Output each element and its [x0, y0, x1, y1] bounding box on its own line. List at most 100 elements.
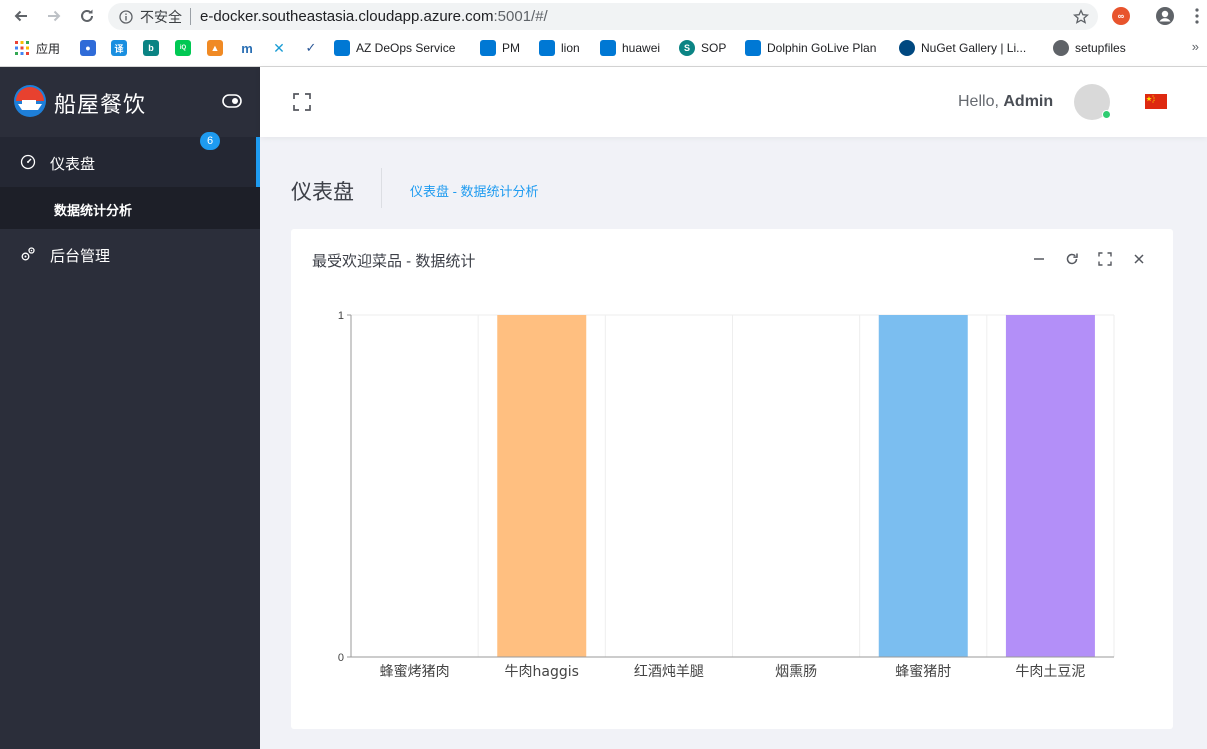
- bar-chart: 0 1 蜂蜜烤猪肉 牛肉haggis 红酒炖羊腿 烟熏肠 蜂蜜猪肘 牛肉土豆泥: [338, 310, 1115, 680]
- user-greeting: Hello, Admin: [958, 93, 1053, 111]
- reload-icon[interactable]: [75, 4, 99, 28]
- bookmark-apps[interactable]: 应用: [14, 38, 60, 58]
- maven-icon: m: [241, 40, 253, 56]
- address-bar[interactable]: 不安全 e-docker.southeastasia.cloudapp.azur…: [108, 3, 1098, 30]
- bookmark-sop[interactable]: S SOP: [679, 38, 726, 58]
- bookmark-x-app[interactable]: ✕: [271, 38, 293, 58]
- sidebar-subitem-statistics[interactable]: 数据统计分析: [0, 187, 260, 229]
- sidebar: 船屋餐饮 仪表盘 数据统计分析 后台管理: [0, 67, 260, 749]
- dashboard-gauge-icon: [20, 154, 36, 170]
- x-tick-label: 牛肉haggis: [505, 664, 579, 680]
- azure-devops-icon: [745, 40, 761, 56]
- chart-bar[interactable]: [878, 315, 968, 657]
- back-icon[interactable]: [9, 4, 33, 28]
- bookmark-grid-app[interactable]: ▲: [207, 38, 229, 58]
- notification-badge: 6: [200, 132, 220, 150]
- bookmark-label: SOP: [701, 41, 727, 55]
- bookmark-label: NuGet Gallery | Li...: [921, 41, 1027, 55]
- bookmark-az-devops[interactable]: AZ DeOps Service: [334, 38, 455, 58]
- url-path: :5001/#/: [493, 8, 548, 25]
- bookmark-bing[interactable]: b: [143, 38, 165, 58]
- x-tick-label: 烟熏肠: [775, 664, 817, 680]
- settings-gears-icon: [21, 247, 35, 261]
- url-separator: [190, 8, 191, 25]
- expand-icon[interactable]: [1098, 252, 1112, 266]
- chart-bar[interactable]: [1005, 315, 1095, 657]
- browser-chrome: 不安全 e-docker.southeastasia.cloudapp.azur…: [0, 0, 1207, 67]
- bookmark-label: PM: [502, 41, 520, 55]
- extension-icon[interactable]: ∞: [1112, 7, 1130, 25]
- grid-app-icon: ▲: [207, 40, 223, 56]
- bing-icon: b: [143, 40, 159, 56]
- bookmark-huawei[interactable]: huawei: [600, 38, 660, 58]
- online-status-dot: [1102, 110, 1111, 119]
- insecure-label: 不安全: [140, 8, 182, 25]
- bookmark-maven[interactable]: m: [239, 38, 261, 58]
- bookmark-label: huawei: [622, 41, 661, 55]
- minimize-icon[interactable]: [1032, 252, 1046, 266]
- azure-devops-icon: [480, 40, 496, 56]
- iqiyi-icon: iQ: [175, 40, 191, 56]
- title-divider: [381, 168, 382, 208]
- greeting-text: Hello,: [958, 93, 999, 110]
- bookmarks-more-button[interactable]: »: [1192, 39, 1199, 54]
- bookmark-iqiyi[interactable]: iQ: [175, 38, 197, 58]
- bookmark-lion[interactable]: lion: [539, 38, 580, 58]
- app-header: Hello, Admin: [260, 67, 1207, 137]
- chart-bar[interactable]: [497, 315, 587, 657]
- close-icon[interactable]: [1132, 252, 1146, 266]
- profile-icon[interactable]: [1155, 6, 1175, 26]
- x-app-icon: ✕: [273, 39, 285, 56]
- sidebar-item-label: 后台管理: [50, 248, 111, 265]
- card-title: 最受欢迎菜品 - 数据统计: [312, 253, 476, 270]
- bookmark-setupfiles[interactable]: setupfiles: [1053, 38, 1126, 58]
- bookmark-label: 应用: [36, 41, 61, 56]
- bookmark-translate[interactable]: 译: [111, 38, 133, 58]
- x-tick-label: 蜂蜜烤猪肉: [380, 664, 450, 680]
- china-flag-icon[interactable]: [1145, 94, 1167, 109]
- boat-logo-icon: [14, 85, 46, 117]
- breadcrumb[interactable]: 仪表盘 - 数据统计分析: [410, 181, 539, 200]
- username: Admin: [1003, 93, 1054, 110]
- info-icon[interactable]: [119, 9, 133, 24]
- sidebar-item-label: 仪表盘: [50, 156, 96, 173]
- nuget-icon: [899, 40, 915, 56]
- bookmark-dolphin[interactable]: Dolphin GoLive Plan: [745, 38, 876, 58]
- azure-devops-icon: [334, 40, 350, 56]
- globe-icon: [1053, 40, 1069, 56]
- bookmark-nuget[interactable]: NuGet Gallery | Li...: [899, 38, 1026, 58]
- fullscreen-icon[interactable]: [293, 93, 311, 111]
- bookmark-pm[interactable]: PM: [480, 38, 520, 58]
- bookmark-label: setupfiles: [1075, 41, 1126, 55]
- brand-name: 船屋餐饮: [54, 92, 147, 117]
- sidebar-toggle-icon[interactable]: [222, 94, 242, 108]
- page-title: 仪表盘: [291, 181, 354, 204]
- sidebar-subitem-label: 数据统计分析: [54, 203, 133, 218]
- brand[interactable]: 船屋餐饮: [0, 67, 260, 137]
- url-host: e-docker.southeastasia.cloudapp.azure.co…: [200, 8, 494, 25]
- sidebar-item-admin[interactable]: 后台管理: [0, 229, 260, 279]
- bookmarks-bar: 应用 ● 译 b iQ ▲ m ✕ ✓ AZ DeOps Service PM …: [0, 36, 1207, 60]
- x-tick-label: 蜂蜜猪肘: [895, 664, 951, 680]
- apps-grid-icon: [14, 40, 30, 56]
- bookmark-check-app[interactable]: ✓: [303, 38, 325, 58]
- sidebar-item-dashboard[interactable]: 仪表盘: [0, 137, 260, 187]
- refresh-icon[interactable]: [1065, 252, 1079, 266]
- check-app-icon: ✓: [305, 40, 317, 55]
- azure-devops-icon: [539, 40, 555, 56]
- x-tick-label: 牛肉土豆泥: [1015, 664, 1085, 680]
- x-tick-label: 红酒炖羊腿: [634, 664, 704, 680]
- bookmark-label: AZ DeOps Service: [356, 41, 456, 55]
- bookmark-star-icon[interactable]: [1073, 9, 1089, 25]
- bookmark-baidu[interactable]: ●: [80, 38, 102, 58]
- bookmark-label: Dolphin GoLive Plan: [767, 41, 877, 55]
- forward-icon[interactable]: [42, 4, 66, 28]
- y-tick-label: 1: [338, 310, 344, 322]
- bookmark-label: lion: [561, 41, 580, 55]
- chart-card: 最受欢迎菜品 - 数据统计 0 1 蜂蜜烤猪肉 牛肉haggis 红酒炖羊腿 烟熏肠 蜂蜜猪…: [291, 229, 1173, 729]
- browser-menu-icon[interactable]: [1192, 7, 1202, 25]
- baidu-paw-icon: ●: [80, 40, 96, 56]
- y-tick-label: 0: [338, 652, 344, 664]
- azure-devops-icon: [600, 40, 616, 56]
- translate-icon: 译: [111, 40, 127, 56]
